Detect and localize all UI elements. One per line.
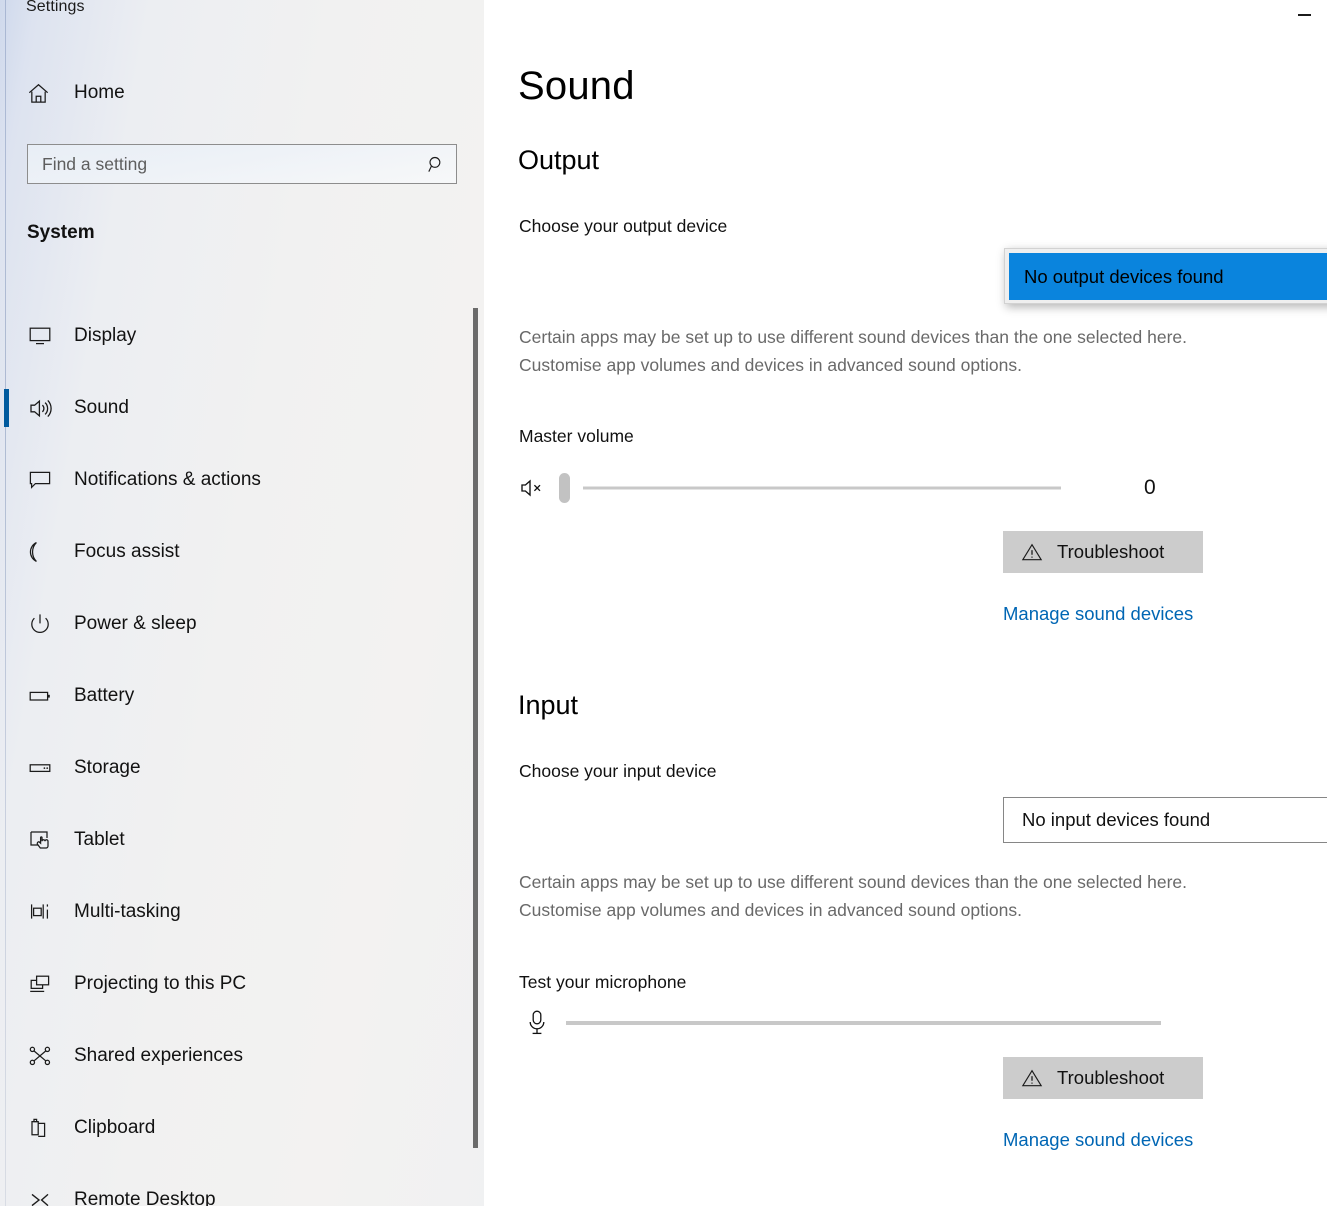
caption-buttons [1281, 0, 1327, 30]
microphone-icon [525, 1008, 549, 1038]
sidebar-item-multi-tasking[interactable]: Multi-tasking [0, 876, 460, 948]
sidebar-item-label: Tablet [74, 829, 125, 850]
microphone-level-meter [566, 1021, 1161, 1025]
battery-icon [20, 683, 60, 709]
minimize-icon [1297, 14, 1311, 16]
sidebar-item-notifications-and-actions[interactable]: Notifications & actions [0, 444, 460, 516]
moon-icon [20, 539, 60, 565]
output-manage-sound-devices-link[interactable]: Manage sound devices [1003, 603, 1193, 625]
sidebar-item-label: Clipboard [74, 1117, 156, 1138]
sidebar: Home System [0, 0, 484, 1206]
output-description: Certain apps may be set up to use differ… [519, 327, 1188, 375]
project-icon [20, 971, 60, 997]
output-troubleshoot-label: Troubleshoot [1057, 541, 1165, 562]
sidebar-item-label: Focus assist [74, 541, 180, 562]
share-icon [20, 1043, 60, 1069]
speaker-icon [20, 395, 60, 422]
output-device-dropdown-flyout[interactable]: No output devices found [1004, 248, 1327, 304]
tablet-icon [20, 827, 60, 853]
sidebar-item-label: Notifications & actions [74, 469, 261, 490]
sidebar-item-display[interactable]: Display [0, 300, 460, 372]
output-device-option[interactable]: No output devices found [1009, 253, 1327, 300]
master-volume-thumb[interactable] [559, 473, 570, 503]
monitor-icon [20, 323, 60, 349]
sidebar-item-home-label: Home [74, 82, 125, 103]
output-device-option-label: No output devices found [1024, 265, 1224, 287]
sidebar-item-label: Projecting to this PC [74, 973, 247, 994]
input-device-combobox[interactable]: No input devices found [1003, 797, 1327, 843]
input-device-label: Choose your input device [519, 761, 717, 781]
sidebar-item-label: Storage [74, 757, 141, 778]
sidebar-item-focus-assist[interactable]: Focus assist [0, 516, 460, 588]
speaker-mute-icon[interactable] [519, 475, 549, 501]
selection-indicator [4, 389, 9, 427]
output-troubleshoot-button[interactable]: Troubleshoot [1003, 531, 1203, 573]
sidebar-item-label: Battery [74, 685, 135, 706]
sidebar-item-home[interactable]: Home [0, 72, 460, 114]
sidebar-item-power-and-sleep[interactable]: Power & sleep [0, 588, 460, 660]
master-volume-label: Master volume [519, 426, 634, 446]
clipboard-icon [20, 1115, 60, 1141]
settings-window: Home System [0, 0, 1327, 1206]
sidebar-scrollbar[interactable] [473, 308, 478, 1148]
power-icon [20, 611, 60, 637]
sidebar-item-battery[interactable]: Battery [0, 660, 460, 732]
remote-icon [20, 1187, 60, 1206]
sidebar-item-sound[interactable]: Sound [0, 372, 460, 444]
sidebar-item-label: Remote Desktop [74, 1189, 216, 1206]
home-icon [26, 81, 64, 106]
comment-icon [20, 467, 60, 493]
output-device-label: Choose your output device [519, 216, 728, 236]
input-troubleshoot-button[interactable]: Troubleshoot [1003, 1057, 1203, 1099]
master-volume-slider-row: 0 [519, 468, 1199, 508]
sidebar-item-label: Multi-tasking [74, 901, 181, 922]
sidebar-item-label: Shared experiences [74, 1045, 243, 1066]
search-icon[interactable] [416, 154, 456, 175]
main-content: Sound Output Choose your output device N… [484, 0, 1327, 1206]
sidebar-nav-list: Display Sound Notifications & actions Fo… [0, 300, 460, 1206]
sidebar-item-tablet[interactable]: Tablet [0, 804, 460, 876]
minimize-button[interactable] [1281, 0, 1327, 30]
sidebar-item-projecting-to-this-pc[interactable]: Projecting to this PC [0, 948, 460, 1020]
multitask-icon [20, 899, 60, 925]
master-volume-track[interactable] [583, 486, 1061, 490]
drive-icon [20, 755, 60, 781]
warning-icon [1021, 541, 1043, 563]
master-volume-value: 0 [1144, 476, 1156, 499]
output-section-heading: Output [518, 145, 600, 175]
sidebar-item-label: Display [74, 325, 137, 346]
input-section-heading: Input [518, 690, 579, 720]
page-title: Sound [518, 64, 635, 108]
search-input[interactable] [28, 146, 416, 182]
sidebar-item-remote-desktop[interactable]: Remote Desktop [0, 1164, 460, 1206]
warning-icon [1021, 1067, 1043, 1089]
sidebar-section-title: System [27, 222, 95, 243]
sidebar-item-label: Sound [74, 397, 129, 418]
sidebar-item-storage[interactable]: Storage [0, 732, 460, 804]
sidebar-item-shared-experiences[interactable]: Shared experiences [0, 1020, 460, 1092]
search-box[interactable] [27, 144, 457, 184]
input-troubleshoot-label: Troubleshoot [1057, 1067, 1165, 1088]
input-manage-sound-devices-link[interactable]: Manage sound devices [1003, 1129, 1193, 1151]
sidebar-item-label: Power & sleep [74, 613, 197, 634]
microphone-level-row [519, 1004, 1179, 1042]
sidebar-item-clipboard[interactable]: Clipboard [0, 1092, 460, 1164]
input-description: Certain apps may be set up to use differ… [519, 872, 1188, 920]
microphone-test-label: Test your microphone [519, 972, 687, 992]
input-device-value: No input devices found [1022, 809, 1211, 830]
